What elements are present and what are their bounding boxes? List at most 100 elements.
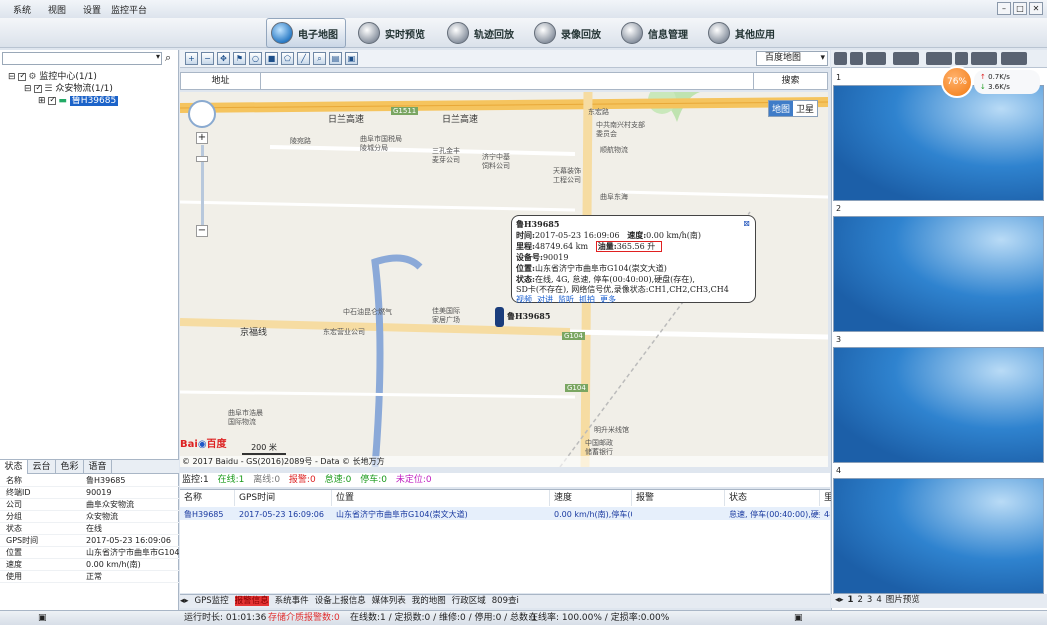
col-position[interactable]: 位置 xyxy=(332,490,550,506)
save-icon[interactable]: ▣ xyxy=(345,52,358,65)
summary-monitor[interactable]: 监控:1 xyxy=(182,475,209,485)
pan-control-icon[interactable] xyxy=(188,100,216,128)
video-cell-3[interactable]: 3 xyxy=(833,335,1044,465)
intercom-link[interactable]: 对讲 xyxy=(537,295,553,304)
pan-icon[interactable]: ✥ xyxy=(217,52,230,65)
summary-park[interactable]: 停车:0 xyxy=(360,475,387,485)
col-gps-time[interactable]: GPS时间 xyxy=(235,490,332,506)
tab-alarm-info[interactable]: 报警信息 xyxy=(234,596,269,606)
dropdown-icon[interactable]: ▣ xyxy=(38,611,47,625)
video-tab-2[interactable]: 2 xyxy=(857,595,862,605)
vehicle-marker-icon[interactable] xyxy=(495,307,504,327)
tab-ptz[interactable]: 云台 xyxy=(28,460,56,474)
split-icon[interactable] xyxy=(866,52,886,65)
circle-icon[interactable]: ○ xyxy=(249,52,262,65)
tab-track-playback[interactable]: 轨迹回放 xyxy=(447,18,514,48)
square-icon[interactable]: ■ xyxy=(265,52,278,65)
snapshot-icon[interactable] xyxy=(926,52,952,65)
chevron-down-icon[interactable]: ▾ xyxy=(156,52,160,61)
tab-media-list[interactable]: 媒体列表 xyxy=(372,596,406,606)
minimize-icon[interactable]: – xyxy=(997,2,1011,15)
video-cell-2[interactable]: 2 xyxy=(833,204,1044,334)
snapshot-link[interactable]: 抓拍 xyxy=(579,295,595,304)
layout-icon[interactable] xyxy=(834,52,847,65)
video-link[interactable]: 视频 xyxy=(516,295,532,304)
tab-nav-icon[interactable]: ◂▸ xyxy=(180,596,189,606)
cell-speed: 0.00 km/h(南),停车(0 xyxy=(554,510,632,519)
window-icon[interactable] xyxy=(893,52,919,65)
video-tab-4[interactable]: 4 xyxy=(876,595,881,605)
cell-number: 4 xyxy=(836,466,842,475)
col-name[interactable]: 名称 xyxy=(180,490,235,506)
video-tab-1[interactable]: 1 xyxy=(848,595,854,605)
maximize-icon[interactable]: □ xyxy=(1013,2,1027,15)
device-label: 设备号: xyxy=(516,252,543,262)
flag-icon[interactable]: ⚑ xyxy=(233,52,246,65)
col-mileage[interactable]: 里 xyxy=(820,490,833,506)
listen-link[interactable]: 监听 xyxy=(558,295,574,304)
tab-realtime-preview[interactable]: 实时预览 xyxy=(358,18,425,48)
menu-monitor-platform[interactable]: 监控平台 xyxy=(111,3,147,16)
tab-info-management[interactable]: 信息管理 xyxy=(621,18,688,48)
address-bar: 地址 搜索 xyxy=(180,72,828,90)
video-cell-4[interactable]: 4 xyxy=(833,466,1044,596)
summary-alarm[interactable]: 报警:0 xyxy=(289,475,316,485)
stop-icon[interactable] xyxy=(1001,52,1027,65)
play-icon[interactable] xyxy=(971,52,997,65)
checkbox[interactable] xyxy=(48,95,57,105)
map-type-select[interactable]: 百度地图 ▾ xyxy=(756,51,828,66)
checkbox[interactable] xyxy=(18,71,27,81)
tab-809-query[interactable]: 809查i xyxy=(492,596,519,606)
polygon-icon[interactable]: ⬠ xyxy=(281,52,294,65)
tab-my-map[interactable]: 我的地图 xyxy=(412,596,446,606)
tab-color[interactable]: 色彩 xyxy=(56,460,84,474)
address-input[interactable] xyxy=(262,73,752,89)
summary-offline[interactable]: 离线:0 xyxy=(253,475,280,485)
tab-device-reports[interactable]: 设备上报信息 xyxy=(315,596,366,606)
menu-system[interactable]: 系统 xyxy=(13,3,31,16)
zoom-out-icon[interactable]: − xyxy=(201,52,214,65)
more-link[interactable]: 更多 xyxy=(600,295,616,304)
summary-idle[interactable]: 怠速:0 xyxy=(325,475,352,485)
close-icon[interactable]: ✕ xyxy=(1029,2,1043,15)
close-icon[interactable]: ⊠ xyxy=(743,219,750,229)
map-view-button[interactable]: 地图 xyxy=(769,101,794,116)
window-controls: – □ ✕ xyxy=(997,2,1043,15)
search-button[interactable]: 搜索 xyxy=(753,73,827,89)
summary-unlocated[interactable]: 未定位:0 xyxy=(396,475,432,485)
layers-icon[interactable]: ▤ xyxy=(329,52,342,65)
tab-status[interactable]: 状态 xyxy=(0,460,28,474)
tab-admin-area[interactable]: 行政区域 xyxy=(452,596,486,606)
map-zoom-in-button[interactable]: + xyxy=(196,132,208,144)
tab-electronic-map[interactable]: 电子地图 xyxy=(266,18,346,48)
tab-system-events[interactable]: 系统事件 xyxy=(275,596,309,606)
col-speed[interactable]: 速度 xyxy=(550,490,632,506)
volume-icon[interactable] xyxy=(955,52,968,65)
tab-other-apps[interactable]: 其他应用 xyxy=(708,18,775,48)
summary-online[interactable]: 在线:1 xyxy=(218,475,245,485)
col-status[interactable]: 状态 xyxy=(725,490,820,506)
line-icon[interactable]: ╱ xyxy=(297,52,310,65)
tab-video-playback[interactable]: 录像回放 xyxy=(534,18,601,48)
tab-voice[interactable]: 语音 xyxy=(84,460,112,474)
menu-view[interactable]: 视图 xyxy=(48,3,66,16)
runtime-text: 运行时长: 01:01:36 xyxy=(184,613,267,623)
search-icon[interactable]: ⌕ xyxy=(165,52,171,64)
col-alarm[interactable]: 报警 xyxy=(632,490,725,506)
tab-nav-icon[interactable]: ◂▸ xyxy=(835,595,844,605)
zoom-slider-handle[interactable] xyxy=(196,156,208,162)
menu-settings[interactable]: 设置 xyxy=(83,3,101,16)
tree-vehicle[interactable]: ⊞ ▬ 鲁H39685 xyxy=(38,93,119,106)
zoom-in-icon[interactable]: + xyxy=(185,52,198,65)
cell-mileage: 48 xyxy=(824,510,830,519)
map-zoom-out-button[interactable]: − xyxy=(196,225,208,237)
layout-icon[interactable] xyxy=(850,52,863,65)
dropdown-icon[interactable]: ▣ xyxy=(794,611,803,625)
tab-image-preview[interactable]: 图片预览 xyxy=(886,595,920,605)
video-tab-3[interactable]: 3 xyxy=(867,595,872,605)
find-icon[interactable]: ⌕ xyxy=(313,52,326,65)
satellite-view-button[interactable]: 卫星 xyxy=(793,101,817,116)
tab-gps-monitor[interactable]: GPS监控 xyxy=(195,596,229,606)
tree-search-input[interactable]: ▾ xyxy=(2,52,162,65)
checkbox[interactable] xyxy=(34,83,43,93)
